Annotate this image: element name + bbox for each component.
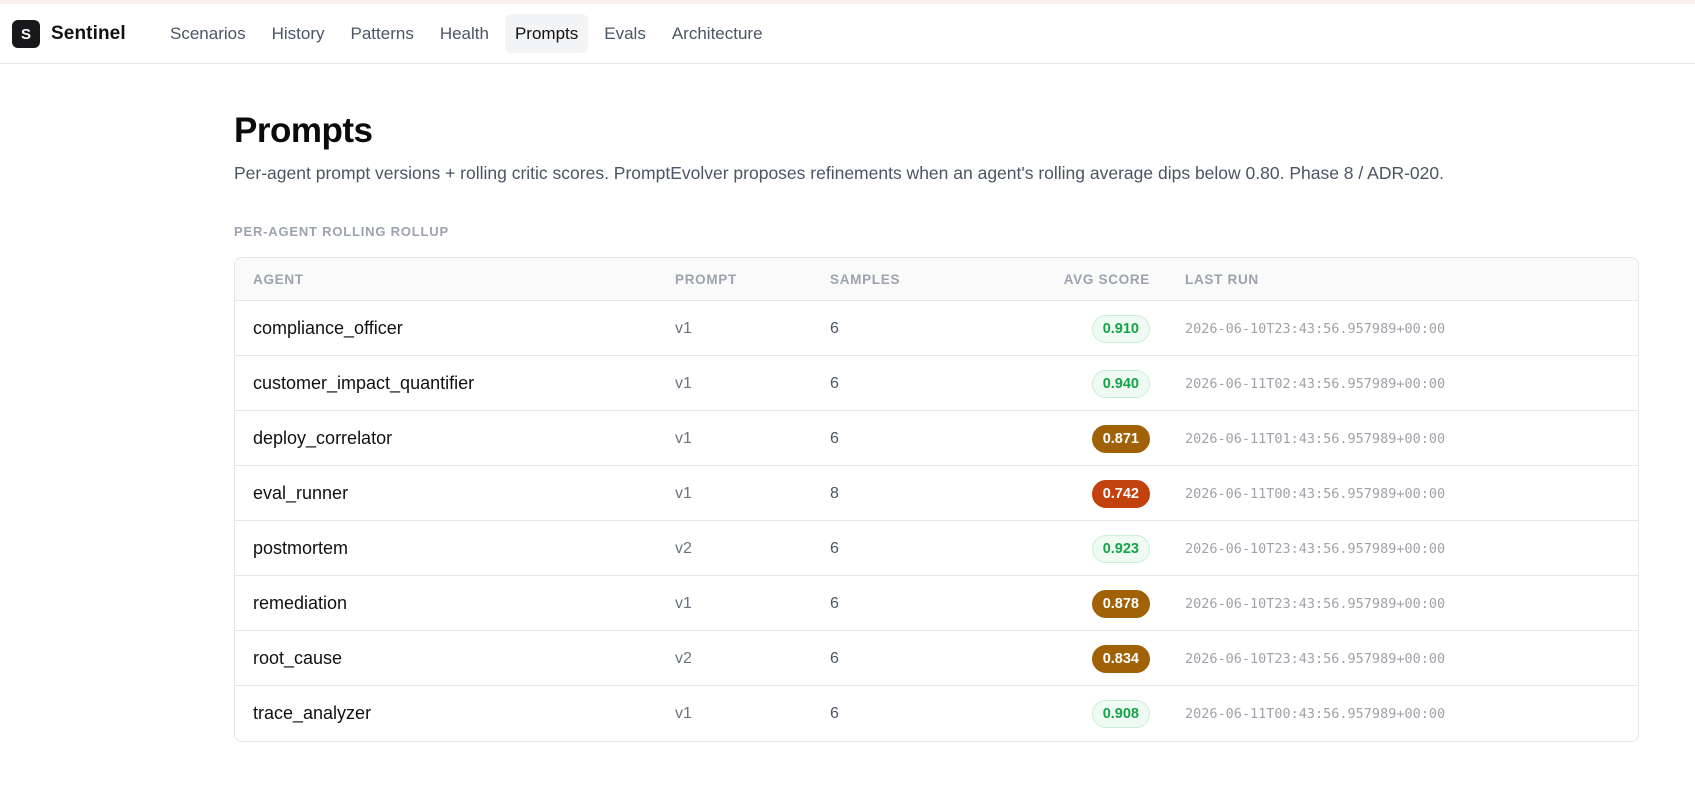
score-badge: 0.910 <box>1091 314 1150 343</box>
score-badge: 0.923 <box>1091 534 1150 563</box>
agent-name: trace_analyzer <box>253 703 372 723</box>
last-run-timestamp: 2026-06-11T00:43:56.957989+00:00 <box>1185 705 1446 722</box>
prompt-version: v1 <box>675 484 692 502</box>
sample-count: 6 <box>830 539 839 557</box>
sample-count: 6 <box>830 429 839 447</box>
agent-name: remediation <box>253 593 348 613</box>
column-header-prompt: PROMPT <box>675 272 737 287</box>
table-row[interactable]: eval_runner v1 8 0.742 2026-06-11T00:43:… <box>235 466 1638 521</box>
table-row[interactable]: postmortem v2 6 0.923 2026-06-10T23:43:5… <box>235 521 1638 576</box>
nav-item-patterns[interactable]: Patterns <box>341 14 424 53</box>
logo-icon: S <box>12 20 40 48</box>
prompt-version: v1 <box>675 319 692 337</box>
page-title: Prompts <box>234 111 373 150</box>
column-header-avg-score: AVG SCORE <box>1063 272 1150 287</box>
score-badge: 0.871 <box>1091 424 1150 453</box>
last-run-timestamp: 2026-06-10T23:43:56.957989+00:00 <box>1185 595 1446 612</box>
avg-score-cell: 0.834 <box>1091 631 1150 686</box>
prompt-version: v1 <box>675 374 692 392</box>
agent-name: root_cause <box>253 648 343 668</box>
top-navbar: S Sentinel Scenarios History Patterns He… <box>0 4 1695 64</box>
sample-count: 6 <box>830 374 839 392</box>
rollup-table: AGENT PROMPT SAMPLES AVG SCORE LAST RUN … <box>234 257 1639 742</box>
last-run-timestamp: 2026-06-10T23:43:56.957989+00:00 <box>1185 320 1446 337</box>
agent-name: customer_impact_quantifier <box>253 373 475 393</box>
sample-count: 6 <box>830 704 839 722</box>
page-description: Per-agent prompt versions + rolling crit… <box>234 163 1444 183</box>
nav-item-evals[interactable]: Evals <box>594 14 656 53</box>
score-badge: 0.878 <box>1091 589 1150 618</box>
table-row[interactable]: root_cause v2 6 0.834 2026-06-10T23:43:5… <box>235 631 1638 686</box>
avg-score-cell: 0.910 <box>1091 301 1150 356</box>
main-nav: Scenarios History Patterns Health Prompt… <box>160 14 779 53</box>
avg-score-cell: 0.878 <box>1091 576 1150 631</box>
prompt-version: v1 <box>675 429 692 447</box>
sample-count: 6 <box>830 649 839 667</box>
table-row[interactable]: remediation v1 6 0.878 2026-06-10T23:43:… <box>235 576 1638 631</box>
nav-item-history[interactable]: History <box>262 14 335 53</box>
nav-item-prompts[interactable]: Prompts <box>504 14 589 53</box>
avg-score-cell: 0.742 <box>1091 466 1150 521</box>
brand[interactable]: S Sentinel <box>12 20 126 48</box>
prompt-version: v1 <box>675 704 692 722</box>
agent-name: compliance_officer <box>253 318 403 338</box>
nav-item-architecture[interactable]: Architecture <box>662 14 773 53</box>
avg-score-cell: 0.908 <box>1091 686 1150 741</box>
prompt-version: v2 <box>675 649 692 667</box>
last-run-timestamp: 2026-06-10T23:43:56.957989+00:00 <box>1185 650 1446 667</box>
score-badge: 0.940 <box>1091 369 1150 398</box>
last-run-timestamp: 2026-06-11T00:43:56.957989+00:00 <box>1185 485 1446 502</box>
table-row[interactable]: customer_impact_quantifier v1 6 0.940 20… <box>235 356 1638 411</box>
agent-name: deploy_correlator <box>253 428 393 448</box>
avg-score-cell: 0.871 <box>1091 411 1150 466</box>
table-row[interactable]: trace_analyzer v1 6 0.908 2026-06-11T00:… <box>235 686 1638 741</box>
prompt-version: v1 <box>675 594 692 612</box>
app-name: Sentinel <box>51 23 126 44</box>
sample-count: 6 <box>830 319 839 337</box>
agent-name: eval_runner <box>253 483 349 503</box>
avg-score-cell: 0.940 <box>1091 356 1150 411</box>
last-run-timestamp: 2026-06-10T23:43:56.957989+00:00 <box>1185 540 1446 557</box>
agent-name: postmortem <box>253 538 349 558</box>
last-run-timestamp: 2026-06-11T01:43:56.957989+00:00 <box>1185 430 1446 447</box>
table-header: AGENT PROMPT SAMPLES AVG SCORE LAST RUN <box>235 258 1638 301</box>
last-run-timestamp: 2026-06-11T02:43:56.957989+00:00 <box>1185 375 1446 392</box>
column-header-samples: SAMPLES <box>830 272 901 287</box>
score-badge: 0.908 <box>1091 699 1150 728</box>
prompt-version: v2 <box>675 539 692 557</box>
table-row[interactable]: deploy_correlator v1 6 0.871 2026-06-11T… <box>235 411 1638 466</box>
score-badge: 0.742 <box>1091 479 1150 508</box>
column-header-agent: AGENT <box>253 272 304 287</box>
column-header-last-run: LAST RUN <box>1185 272 1259 287</box>
score-badge: 0.834 <box>1091 644 1150 673</box>
nav-item-scenarios[interactable]: Scenarios <box>160 14 256 53</box>
avg-score-cell: 0.923 <box>1091 521 1150 576</box>
table-row[interactable]: compliance_officer v1 6 0.910 2026-06-10… <box>235 301 1638 356</box>
sample-count: 8 <box>830 484 839 502</box>
section-label: PER-AGENT ROLLING ROLLUP <box>234 224 449 239</box>
sample-count: 6 <box>830 594 839 612</box>
nav-item-health[interactable]: Health <box>430 14 499 53</box>
